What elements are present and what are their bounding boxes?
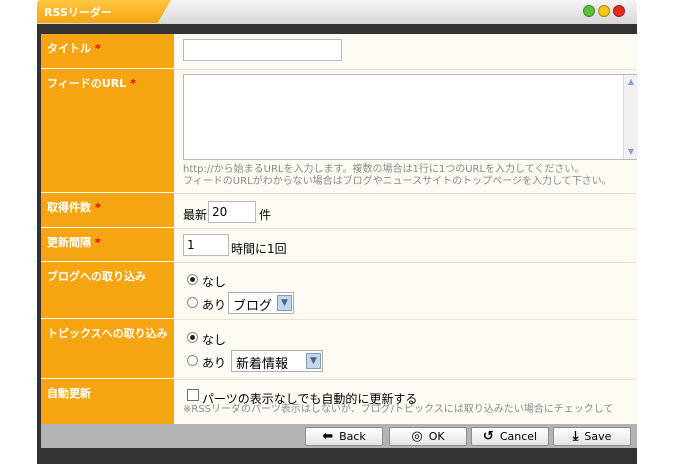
topics-yes-label: あり	[202, 356, 227, 370]
title-input[interactable]	[183, 39, 342, 61]
count-label: 取得件数 *	[41, 193, 174, 228]
chevron-down-icon[interactable]: ▼	[277, 295, 292, 311]
window-controls	[583, 5, 625, 17]
blog-import-label: ブログへの取り込み	[41, 262, 174, 319]
save-tray-icon: ⤓	[572, 429, 579, 444]
blog-none-radio[interactable]	[187, 274, 198, 285]
undo-icon: ↺	[482, 429, 494, 444]
header-divider	[37, 24, 637, 34]
close-dot-icon[interactable]	[613, 5, 625, 17]
count-label-text: 取得件数	[47, 201, 91, 214]
window-tab: RSSリーダー	[37, 0, 171, 23]
row-divider	[174, 228, 637, 229]
title-label: タイトル *	[41, 34, 174, 69]
scroll-up-icon[interactable]: ▲	[626, 77, 636, 87]
blog-none-label: なし	[202, 275, 227, 289]
ok-button-label: OK	[428, 430, 445, 443]
count-suffix: 件	[259, 208, 272, 222]
row-divider	[174, 319, 637, 320]
auto-update-label: 自動更新	[41, 379, 174, 424]
feed-url-label: フィードのURL *	[41, 69, 174, 193]
row-divider	[174, 69, 637, 70]
title-label-text: タイトル	[47, 42, 91, 55]
topics-select-value: 新着情報	[236, 357, 289, 372]
feed-url-label-text: フィードのURL	[47, 77, 127, 90]
blog-yes-label: あり	[202, 298, 227, 312]
chevron-down-icon[interactable]: ▼	[306, 353, 321, 369]
auto-update-checkbox[interactable]	[187, 389, 199, 401]
feed-url-textarea[interactable]	[183, 74, 637, 160]
required-mark: *	[95, 42, 101, 55]
interval-input[interactable]	[183, 234, 229, 256]
row-divider	[174, 262, 637, 263]
window-title: RSSリーダー	[44, 6, 112, 19]
topics-none-radio[interactable]	[187, 332, 198, 343]
required-mark: *	[95, 236, 101, 249]
row-divider	[174, 379, 637, 380]
scroll-down-icon[interactable]: ▼	[626, 147, 636, 157]
auto-update-label-text: 自動更新	[47, 387, 91, 400]
button-bar: ⬅ Back ◎ OK ↺ Cancel ⤓ Save	[41, 424, 637, 448]
feed-url-help-1: http://から始まるURLを入力します。複数の場合は1行に1つのURLを入力…	[183, 164, 585, 175]
interval-label: 更新間隔 *	[41, 228, 174, 262]
blog-yes-radio[interactable]	[187, 297, 198, 308]
topics-none-label: なし	[202, 333, 227, 347]
topics-select[interactable]: 新着情報 ▼	[231, 350, 323, 372]
interval-suffix: 時間に1回	[231, 242, 287, 256]
back-arrow-icon: ⬅	[322, 429, 334, 444]
save-button[interactable]: ⤓ Save	[553, 427, 631, 446]
back-button-label: Back	[339, 430, 366, 443]
cancel-button-label: Cancel	[499, 430, 538, 443]
title-bar: RSSリーダー	[37, 0, 637, 25]
count-prefix: 最新	[183, 208, 208, 222]
ok-button[interactable]: ◎ OK	[389, 427, 467, 446]
save-button-label: Save	[584, 430, 612, 443]
blog-import-label-text: ブログへの取り込み	[47, 270, 146, 283]
row-divider	[174, 193, 637, 194]
maximize-dot-icon[interactable]	[598, 5, 610, 17]
rss-reader-window: RSSリーダー タイトル * フィードのURL * ▲ ▼ http://から始まる…	[37, 0, 638, 464]
ok-circle-icon: ◎	[411, 429, 423, 444]
cancel-button[interactable]: ↺ Cancel	[471, 427, 549, 446]
required-mark: *	[130, 77, 136, 90]
back-button[interactable]: ⬅ Back	[305, 427, 383, 446]
count-input[interactable]	[208, 201, 256, 223]
topics-import-label: トピックスへの取り込み	[41, 319, 174, 379]
bottom-frame	[37, 448, 637, 464]
feed-url-help-2: フィードのURLがわからない場合はブログやニュースサイトのトップページを入力して…	[183, 176, 612, 187]
settings-form: タイトル * フィードのURL * ▲ ▼ http://から始まるURLを入力しま…	[41, 34, 638, 424]
topics-yes-radio[interactable]	[187, 355, 198, 366]
textarea-scrollbar[interactable]: ▲ ▼	[623, 75, 638, 159]
required-mark: *	[95, 201, 101, 214]
blog-select[interactable]: ブログ ▼	[228, 292, 294, 314]
topics-import-label-text: トピックスへの取り込み	[47, 327, 168, 340]
blog-select-value: ブログ	[233, 299, 273, 314]
minimize-dot-icon[interactable]	[583, 5, 595, 17]
interval-label-text: 更新間隔	[47, 236, 91, 249]
auto-update-note: ※RSSリーダのパーツ表示はしないが、ブログ/トピックスには取り込みたい場合にチ…	[183, 404, 614, 415]
